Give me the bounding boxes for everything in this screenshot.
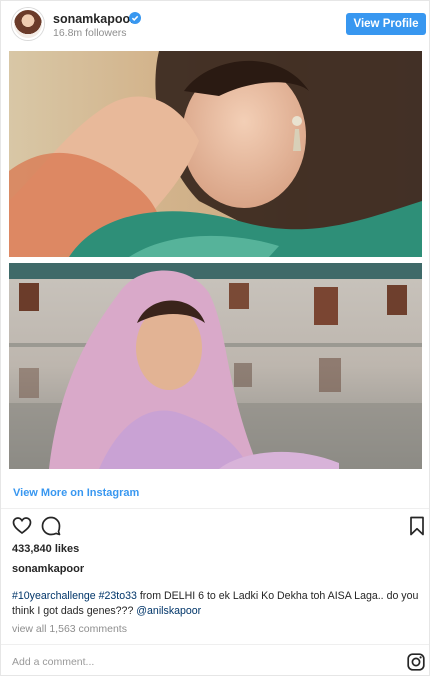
embedded-post: sonamkapoor 16.8m followers View Profile [0, 0, 430, 676]
caption-username[interactable]: sonamkapoor [12, 563, 84, 575]
likes-count[interactable]: 433,840 likes [12, 543, 79, 555]
post-image-2[interactable] [9, 263, 422, 469]
username[interactable]: sonamkapoor [53, 12, 135, 26]
caption-text: #10yearchallenge #23to33 from DELHI 6 to… [12, 589, 422, 619]
instagram-icon[interactable] [407, 653, 425, 671]
divider [1, 508, 429, 509]
bookmark-icon[interactable] [407, 516, 427, 536]
verified-icon [129, 12, 141, 24]
comment-icon[interactable] [41, 516, 61, 536]
add-comment-input[interactable]: Add a comment... [12, 656, 94, 668]
followers-count: 16.8m followers [53, 27, 127, 39]
mention-link[interactable]: @anilskapoor [136, 605, 201, 617]
view-more-link[interactable]: View More on Instagram [13, 487, 139, 499]
hashtag-link[interactable]: #10yearchallenge [12, 590, 96, 602]
view-all-comments-link[interactable]: view all 1,563 comments [12, 623, 127, 635]
avatar[interactable] [12, 8, 44, 40]
post-image-1[interactable] [9, 51, 422, 257]
divider [1, 644, 429, 645]
hashtag-link[interactable]: #23to33 [99, 590, 137, 602]
view-profile-button[interactable]: View Profile [346, 13, 426, 35]
heart-icon[interactable] [12, 516, 32, 536]
post-header: sonamkapoor 16.8m followers View Profile [1, 1, 429, 47]
